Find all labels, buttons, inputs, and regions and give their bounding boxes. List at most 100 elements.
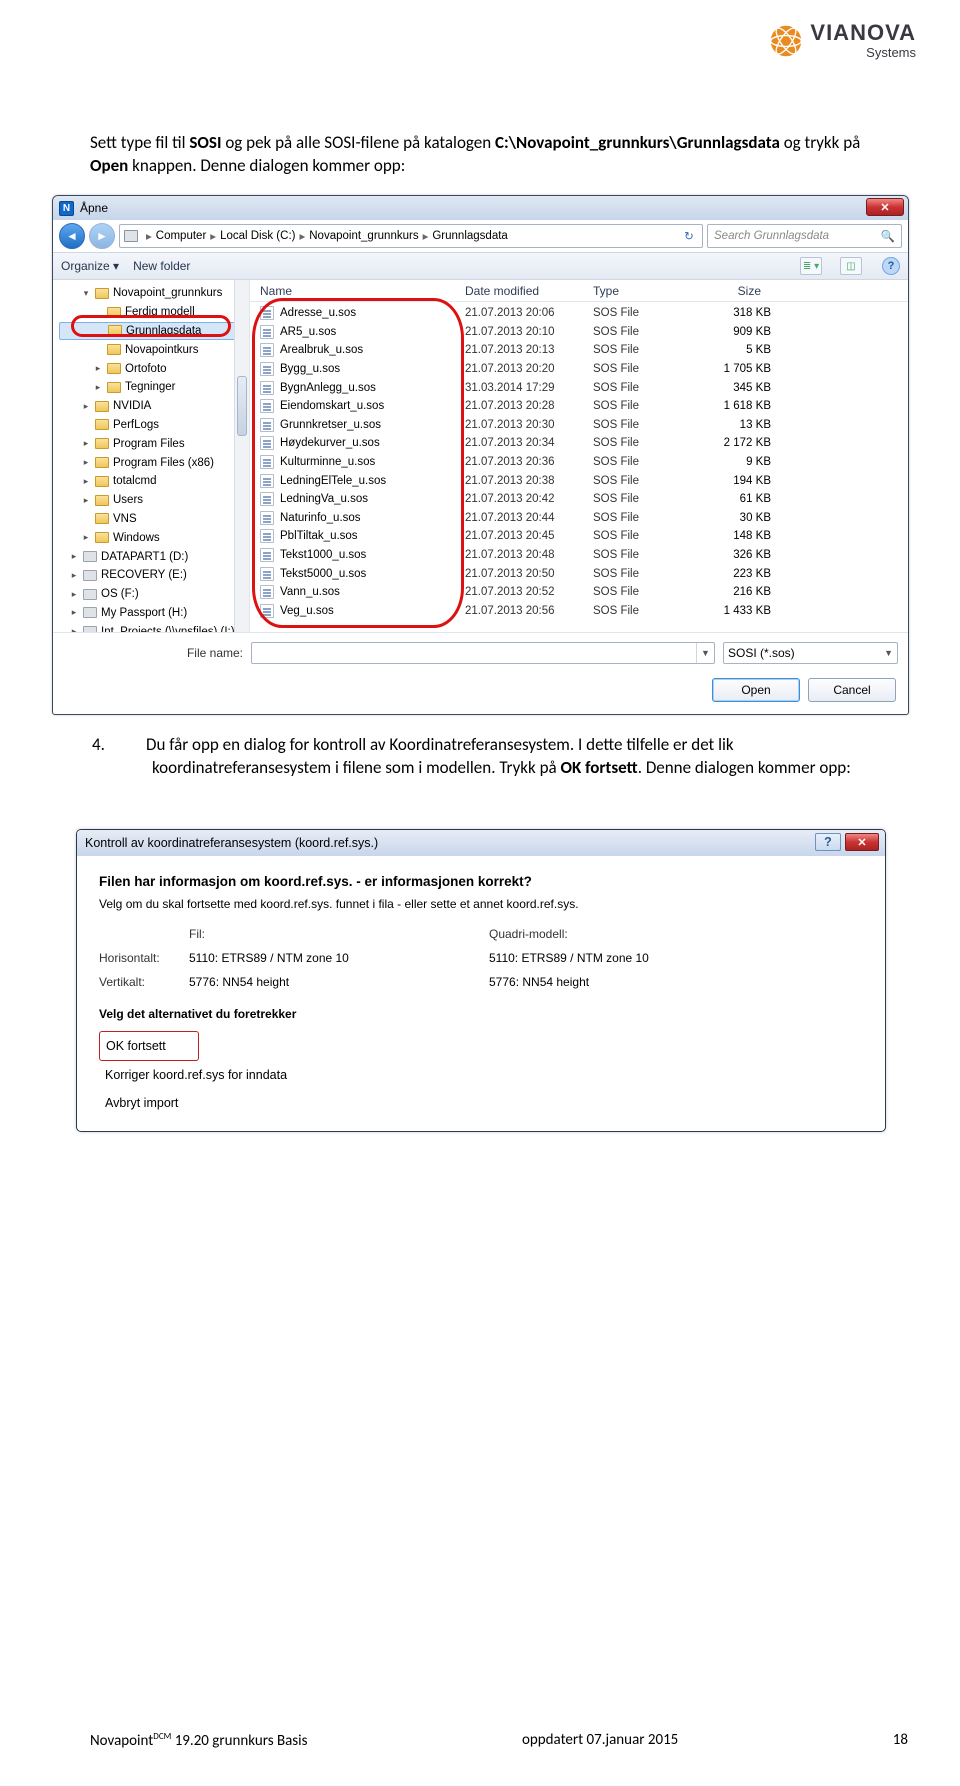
tree-item[interactable]: ▸Windows — [59, 528, 247, 547]
expand-icon[interactable]: ▸ — [69, 626, 79, 632]
file-type: SOS File — [593, 400, 701, 412]
tree-item[interactable]: ▾Novapoint_grunnkurs — [59, 284, 247, 303]
scrollbar[interactable] — [234, 280, 249, 632]
file-row[interactable]: Tekst1000_u.sos21.07.2013 20:48SOS File3… — [250, 546, 908, 565]
option-ok-continue[interactable]: OK fortsett — [99, 1031, 199, 1061]
expand-icon[interactable]: ▸ — [69, 589, 79, 600]
file-row[interactable]: Vann_u.sos21.07.2013 20:52SOS File216 KB — [250, 583, 908, 602]
tree-item[interactable]: VNS — [59, 510, 247, 529]
expand-icon[interactable]: ▸ — [81, 495, 91, 506]
col-type[interactable]: Type — [583, 284, 691, 298]
expand-icon[interactable]: ▸ — [69, 551, 79, 562]
preview-pane-button[interactable]: ◫ — [840, 257, 862, 275]
file-icon — [260, 604, 274, 618]
file-date: 21.07.2013 20:28 — [465, 400, 593, 412]
file-size: 223 KB — [701, 568, 801, 580]
tree-item[interactable]: ▸Ortofoto — [59, 359, 247, 378]
col-name[interactable]: Name — [250, 284, 455, 298]
file-icon — [260, 436, 274, 450]
file-row[interactable]: Grunnkretser_u.sos21.07.2013 20:30SOS Fi… — [250, 416, 908, 435]
expand-icon[interactable]: ▸ — [93, 382, 103, 393]
folder-tree[interactable]: ▾Novapoint_grunnkursFerdig modellGrunnla… — [53, 280, 250, 632]
option-cancel-import[interactable]: Avbryt import — [99, 1089, 863, 1117]
expand-icon[interactable]: ▸ — [69, 570, 79, 581]
file-row[interactable]: Adresse_u.sos21.07.2013 20:06SOS File318… — [250, 304, 908, 323]
file-name: Kulturminne_u.sos — [280, 456, 465, 468]
tree-item[interactable]: Grunnlagsdata — [59, 322, 247, 341]
titlebar[interactable]: N Åpne ✕ — [53, 196, 908, 220]
tree-item[interactable]: ▸My Passport (H:) — [59, 604, 247, 623]
tree-item[interactable]: ▸OS (F:) — [59, 585, 247, 604]
file-row[interactable]: Tekst5000_u.sos21.07.2013 20:50SOS File2… — [250, 564, 908, 583]
tree-item[interactable]: PerfLogs — [59, 416, 247, 435]
tree-item[interactable]: ▸NVIDIA — [59, 397, 247, 416]
chevron-down-icon[interactable]: ▼ — [884, 648, 893, 658]
refresh-icon[interactable]: ↻ — [680, 229, 698, 243]
expand-icon[interactable]: ▸ — [81, 457, 91, 468]
file-row[interactable]: LedningElTele_u.sos21.07.2013 20:38SOS F… — [250, 471, 908, 490]
file-name: Tekst1000_u.sos — [280, 549, 465, 561]
close-button[interactable]: ✕ — [866, 198, 904, 216]
tree-item[interactable]: Ferdig modell — [59, 303, 247, 322]
tree-item[interactable]: ▸Program Files — [59, 434, 247, 453]
instruction-paragraph-1: Sett type fil til SOSI og pek på alle SO… — [90, 132, 880, 178]
tree-item[interactable]: ▸RECOVERY (E:) — [59, 566, 247, 585]
h-model: 5110: ETRS89 / NTM zone 10 — [489, 951, 739, 965]
file-row[interactable]: Høydekurver_u.sos21.07.2013 20:34SOS Fil… — [250, 434, 908, 453]
close-button[interactable]: ✕ — [845, 833, 879, 851]
col-date[interactable]: Date modified — [455, 284, 583, 298]
expand-icon[interactable]: ▸ — [81, 532, 91, 543]
file-row[interactable]: Arealbruk_u.sos21.07.2013 20:13SOS File5… — [250, 341, 908, 360]
help-button[interactable]: ? — [882, 257, 900, 275]
search-input[interactable]: Search Grunnlagsdata 🔍 — [707, 224, 902, 248]
view-mode-button[interactable]: ≣ ▾ — [800, 257, 822, 275]
expand-icon[interactable]: ▾ — [81, 288, 91, 299]
expand-icon[interactable]: ▸ — [81, 476, 91, 487]
cancel-button[interactable]: Cancel — [808, 678, 896, 702]
file-date: 21.07.2013 20:10 — [465, 326, 593, 338]
col-file-label: Fil: — [189, 927, 489, 941]
tree-item[interactable]: ▸Users — [59, 491, 247, 510]
tree-item[interactable]: ▸Program Files (x86) — [59, 453, 247, 472]
option-correct-coord[interactable]: Korriger koord.ref.sys for inndata — [99, 1061, 863, 1089]
filename-input[interactable]: ▼ — [251, 642, 715, 664]
forward-button[interactable]: ► — [89, 223, 115, 249]
back-button[interactable]: ◄ — [59, 223, 85, 249]
expand-icon[interactable]: ▸ — [69, 607, 79, 618]
file-size: 909 KB — [701, 326, 801, 338]
open-button[interactable]: Open — [712, 678, 800, 702]
file-row[interactable]: Bygg_u.sos21.07.2013 20:20SOS File1 705 … — [250, 360, 908, 379]
file-row[interactable]: Naturinfo_u.sos21.07.2013 20:44SOS File3… — [250, 509, 908, 528]
file-row[interactable]: BygnAnlegg_u.sos31.03.2014 17:29SOS File… — [250, 378, 908, 397]
file-type: SOS File — [593, 568, 701, 580]
file-list[interactable]: Name Date modified Type Size Adresse_u.s… — [250, 280, 908, 632]
file-row[interactable]: LedningVa_u.sos21.07.2013 20:42SOS File6… — [250, 490, 908, 509]
help-button[interactable]: ? — [815, 833, 841, 851]
file-type: SOS File — [593, 363, 701, 375]
file-date: 21.07.2013 20:06 — [465, 307, 593, 319]
file-row[interactable]: PblTiltak_u.sos21.07.2013 20:45SOS File1… — [250, 527, 908, 546]
expand-icon[interactable]: ▸ — [93, 363, 103, 374]
file-row[interactable]: Kulturminne_u.sos21.07.2013 20:36SOS Fil… — [250, 453, 908, 472]
tree-item[interactable]: Novapointkurs — [59, 340, 247, 359]
expand-icon[interactable]: ▸ — [81, 401, 91, 412]
organize-menu[interactable]: Organize ▾ — [61, 259, 119, 273]
file-row[interactable]: Veg_u.sos21.07.2013 20:56SOS File1 433 K… — [250, 602, 908, 621]
chevron-down-icon[interactable]: ▼ — [696, 643, 714, 663]
file-type: SOS File — [593, 419, 701, 431]
file-name: BygnAnlegg_u.sos — [280, 382, 465, 394]
expand-icon[interactable]: ▸ — [81, 438, 91, 449]
column-headers[interactable]: Name Date modified Type Size — [250, 280, 908, 302]
titlebar[interactable]: Kontroll av koordinatreferansesystem (ko… — [77, 830, 885, 856]
tree-item[interactable]: ▸DATAPART1 (D:) — [59, 547, 247, 566]
breadcrumb[interactable]: ▸Computer ▸Local Disk (C:) ▸Novapoint_gr… — [119, 224, 703, 248]
tree-item[interactable]: ▸totalcmd — [59, 472, 247, 491]
filename-label: File name: — [63, 646, 243, 660]
tree-item[interactable]: ▸Tegninger — [59, 378, 247, 397]
file-row[interactable]: AR5_u.sos21.07.2013 20:10SOS File909 KB — [250, 323, 908, 342]
col-size[interactable]: Size — [691, 284, 791, 298]
file-row[interactable]: Eiendomskart_u.sos21.07.2013 20:28SOS Fi… — [250, 397, 908, 416]
new-folder-button[interactable]: New folder — [133, 259, 190, 273]
tree-item[interactable]: ▸Int_Projects (\\vnsfiles) (I:) — [59, 622, 247, 632]
filetype-select[interactable]: SOSI (*.sos) ▼ — [723, 642, 898, 664]
